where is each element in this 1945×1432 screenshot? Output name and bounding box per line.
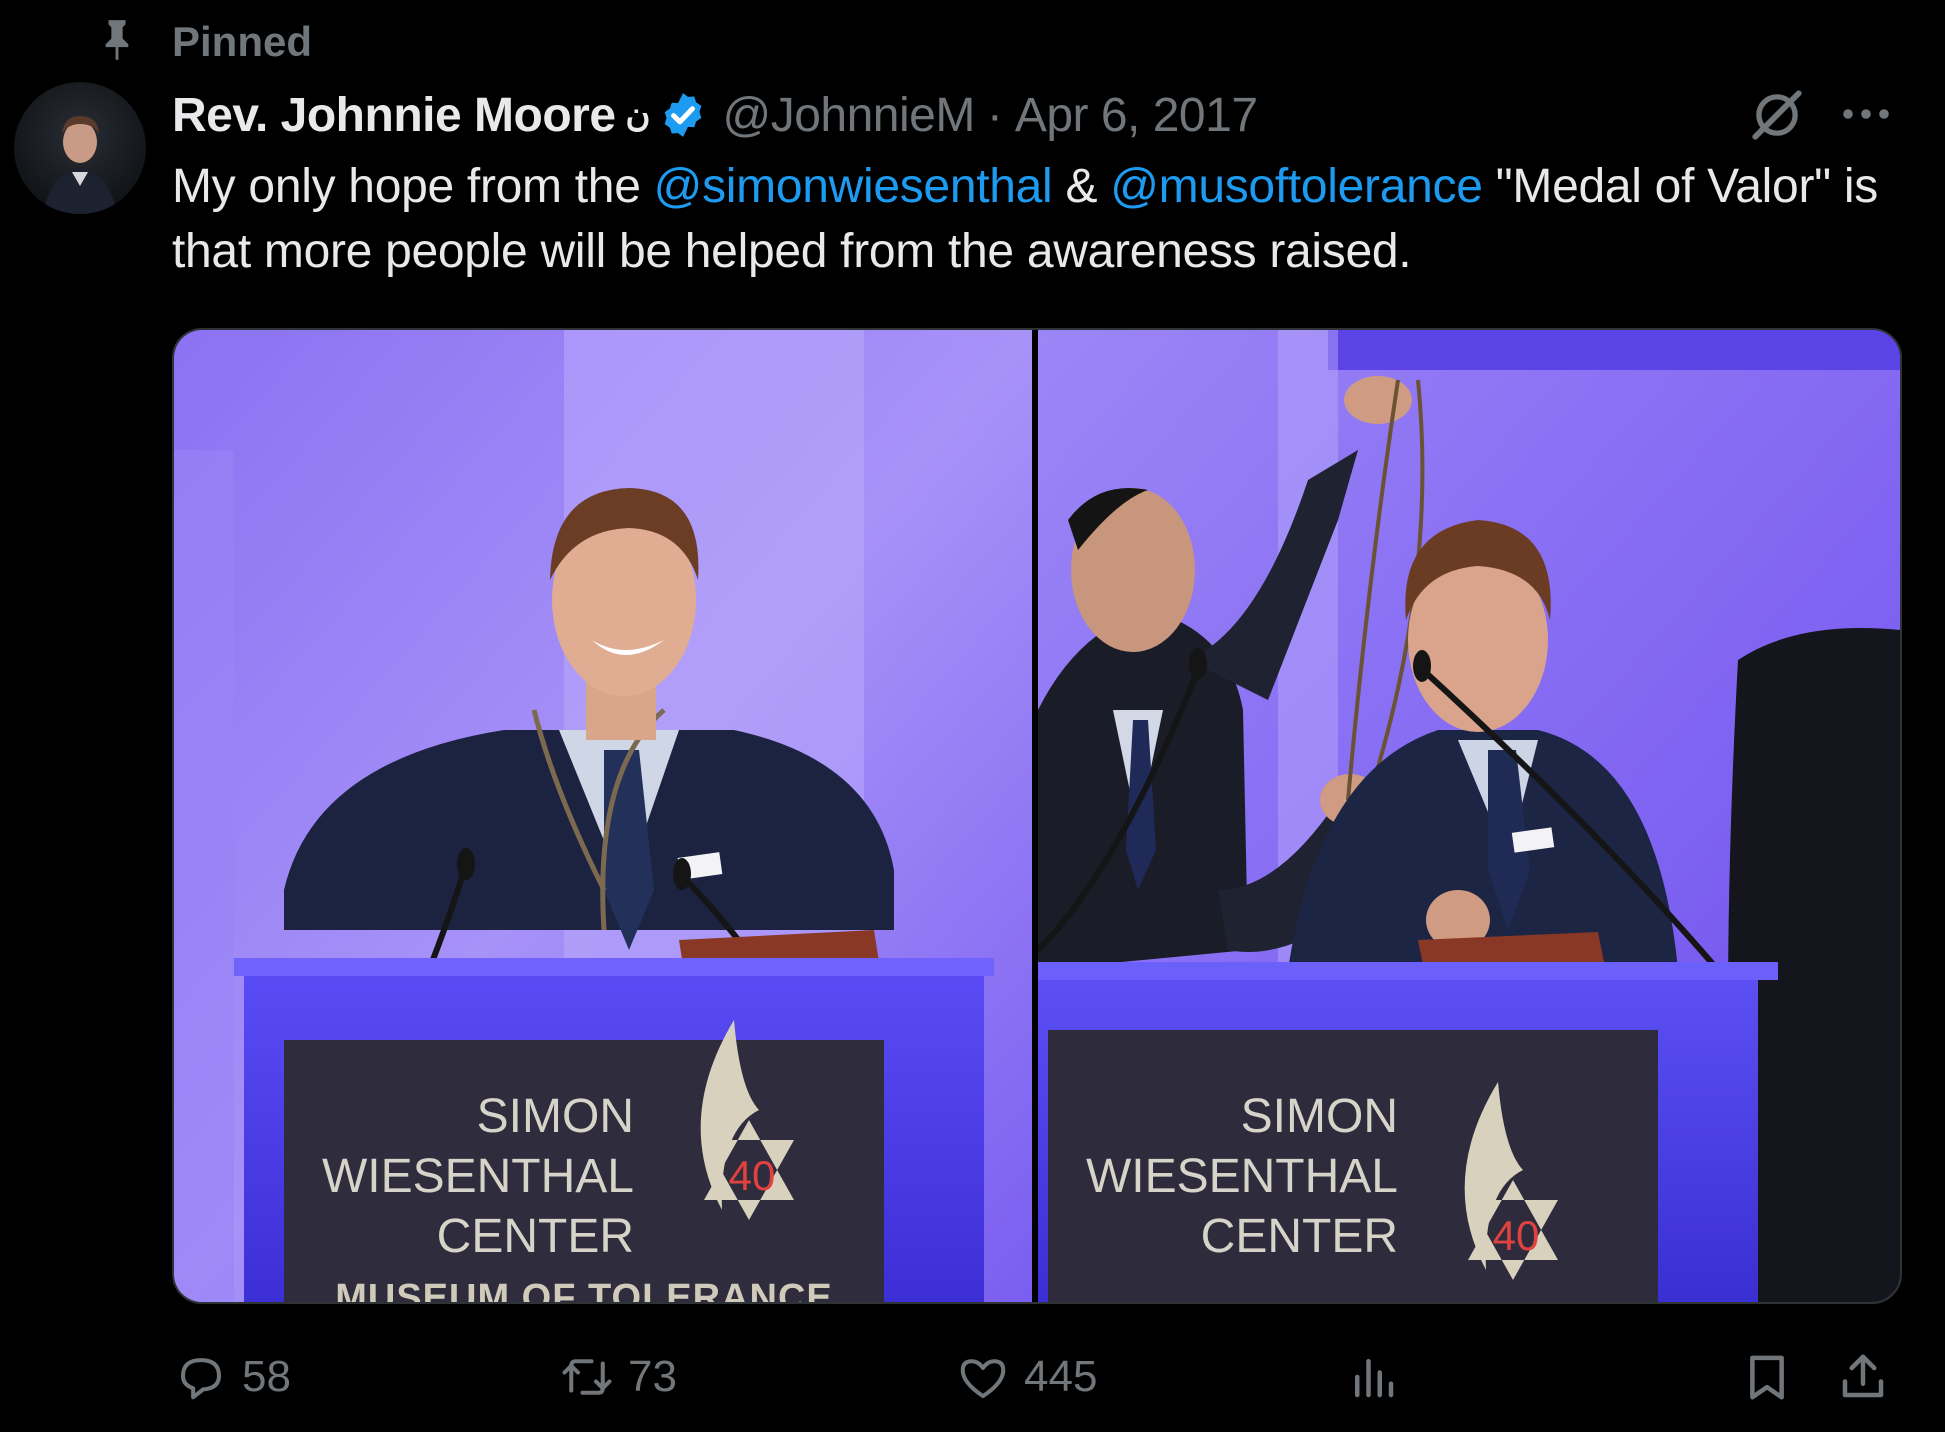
pin-icon: [105, 20, 129, 60]
mention-link-simonwiesenthal[interactable]: @simonwiesenthal: [654, 160, 1053, 213]
analytics-icon: [1355, 1359, 1394, 1398]
more-options-icon[interactable]: [1840, 94, 1892, 134]
like-count: 445: [1024, 1352, 1098, 1401]
podium-number-40: 40: [1493, 1212, 1540, 1259]
media-photo-left[interactable]: SIMON WIESENTHAL CENTER 40 MUSEUM OF TOL…: [174, 330, 1032, 1302]
pinned-label: Pinned: [172, 18, 313, 65]
avatar[interactable]: [14, 82, 146, 214]
reply-icon: [180, 1358, 222, 1400]
podium-text-simon: SIMON: [477, 1090, 634, 1143]
share-button[interactable]: [1836, 1344, 1890, 1410]
bookmark-icon: [1750, 1355, 1784, 1400]
tweet-date[interactable]: Apr 6, 2017: [1015, 88, 1258, 143]
reply-count: 58: [242, 1352, 291, 1401]
author-display-name[interactable]: Rev. Johnnie Moore: [172, 88, 616, 143]
repost-icon: [562, 1359, 612, 1395]
tweet-header: Rev. Johnnie Moore ن @JohnnieM · Apr 6, …: [172, 84, 1258, 146]
author-handle[interactable]: @JohnnieM: [722, 88, 975, 143]
share-icon: [1842, 1354, 1884, 1398]
media-photo-right[interactable]: SIMON WIESENTHAL CENTER 40: [1038, 330, 1900, 1302]
tweet-media[interactable]: SIMON WIESENTHAL CENTER 40 MUSEUM OF TOL…: [172, 328, 1902, 1304]
verified-badge-icon[interactable]: [658, 90, 708, 140]
podium-footer-museum: MUSEUM OF TOLERANCE: [335, 1277, 833, 1302]
repost-count: 73: [628, 1352, 677, 1401]
author-name-glyph: ن: [625, 96, 651, 134]
heart-icon: [960, 1359, 1006, 1399]
reply-button[interactable]: 58: [174, 1344, 291, 1410]
podium-text-simon: SIMON: [1241, 1090, 1398, 1143]
like-button[interactable]: 445: [956, 1344, 1097, 1410]
views-button[interactable]: [1346, 1344, 1400, 1410]
tweet-text: My only hope from the @simonwiesenthal &…: [172, 154, 1932, 284]
podium-number-40: 40: [729, 1152, 776, 1199]
bookmark-button[interactable]: [1740, 1344, 1794, 1410]
repost-button[interactable]: 73: [560, 1344, 677, 1410]
tweet[interactable]: Pinned Rev. Johnnie Moore ن @JohnnieM · …: [0, 0, 1945, 1432]
podium-text-center: CENTER: [437, 1210, 634, 1263]
header-separator: ·: [986, 88, 1003, 142]
podium-text-wiesenthal: WIESENTHAL: [1086, 1150, 1398, 1203]
podium-text-wiesenthal: WIESENTHAL: [322, 1150, 634, 1203]
mention-link-musoftolerance[interactable]: @musoftolerance: [1110, 160, 1483, 213]
tweet-text-part: &: [1052, 160, 1111, 213]
grok-icon[interactable]: [1748, 86, 1806, 144]
podium-text-center: CENTER: [1201, 1210, 1398, 1263]
tweet-text-part: My only hope from the: [172, 160, 654, 213]
